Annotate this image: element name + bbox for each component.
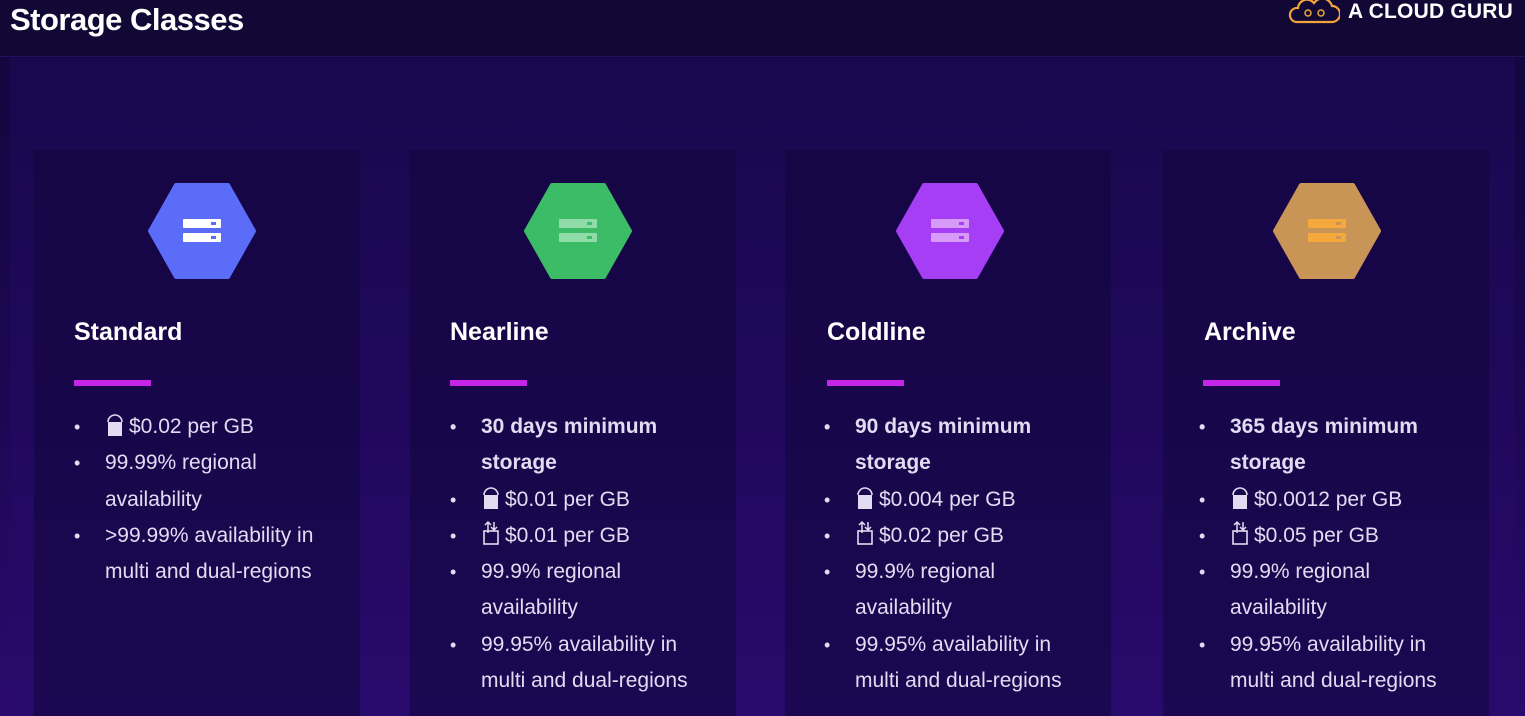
storage-hexagon-icon [148, 183, 256, 279]
page-title: Storage Classes [10, 2, 244, 37]
accent-underline [827, 380, 904, 386]
bullet-item: $0.0012 per GB [1199, 482, 1469, 519]
bullet-item: 99.9% regional availability [824, 554, 1094, 627]
retrieval-icon [857, 520, 873, 545]
storage-hexagon-icon [1273, 183, 1381, 279]
storage-hexagon-icon [896, 183, 1004, 279]
brand-name: A CLOUD GURU [1348, 0, 1513, 23]
storage-hexagon-icon [524, 183, 632, 279]
bullet-list-standard: $0.02 per GB 99.99% regional availabilit… [74, 409, 344, 590]
retrieval-icon [1232, 520, 1248, 545]
storage-bucket-icon [857, 486, 873, 509]
bullet-item: $0.01 per GB [450, 518, 720, 555]
bullet-item: 99.9% regional availability [450, 554, 720, 627]
bullet-item: $0.02 per GB [824, 518, 1094, 555]
bullet-item: 365 days minimum storage [1199, 409, 1469, 482]
class-name-coldline: Coldline [827, 318, 926, 346]
bullet-text: $0.02 per GB [879, 523, 1004, 547]
bullet-item: $0.02 per GB [74, 409, 344, 446]
bullet-text: $0.05 per GB [1254, 523, 1379, 547]
storage-bucket-icon [107, 414, 123, 436]
bullet-item: >99.99% availability in multi and dual-r… [74, 518, 344, 591]
class-name-standard: Standard [74, 318, 183, 346]
bullet-item: 30 days minimum storage [450, 409, 720, 482]
bullet-list-coldline: 90 days minimum storage $0.004 per GB $0… [824, 409, 1094, 699]
cloud-logo-icon [1288, 0, 1341, 24]
storage-bucket-icon [1232, 486, 1248, 509]
class-name-archive: Archive [1204, 318, 1296, 346]
bullet-text: $0.004 per GB [879, 487, 1016, 511]
header-bar: Storage Classes A CLOUD GURU [0, 0, 1525, 57]
bullet-item: $0.01 per GB [450, 482, 720, 519]
bullet-list-archive: 365 days minimum storage $0.0012 per GB … [1199, 409, 1469, 699]
bullet-text: $0.01 per GB [505, 523, 630, 547]
class-name-nearline: Nearline [450, 318, 549, 346]
bullet-list-nearline: 30 days minimum storage $0.01 per GB $0.… [450, 409, 720, 699]
bullet-item: $0.004 per GB [824, 482, 1094, 519]
bullet-item: 99.9% regional availability [1199, 554, 1469, 627]
accent-underline [74, 380, 151, 386]
bullet-text: $0.02 per GB [129, 415, 254, 438]
brand: A CLOUD GURU [1288, 0, 1513, 24]
storage-bucket-icon [483, 486, 499, 509]
bullet-item: 90 days minimum storage [824, 409, 1094, 482]
bullet-item: 99.95% availability in multi and dual-re… [824, 627, 1094, 700]
retrieval-icon [483, 520, 499, 545]
bullet-item: 99.99% regional availability [74, 445, 344, 518]
bullet-item: 99.95% availability in multi and dual-re… [450, 627, 720, 700]
bullet-item: 99.95% availability in multi and dual-re… [1199, 627, 1469, 700]
accent-underline [450, 380, 527, 386]
accent-underline [1203, 380, 1280, 386]
bullet-item: $0.05 per GB [1199, 518, 1469, 555]
bullet-text: $0.01 per GB [505, 487, 630, 511]
bullet-text: $0.0012 per GB [1254, 487, 1403, 511]
